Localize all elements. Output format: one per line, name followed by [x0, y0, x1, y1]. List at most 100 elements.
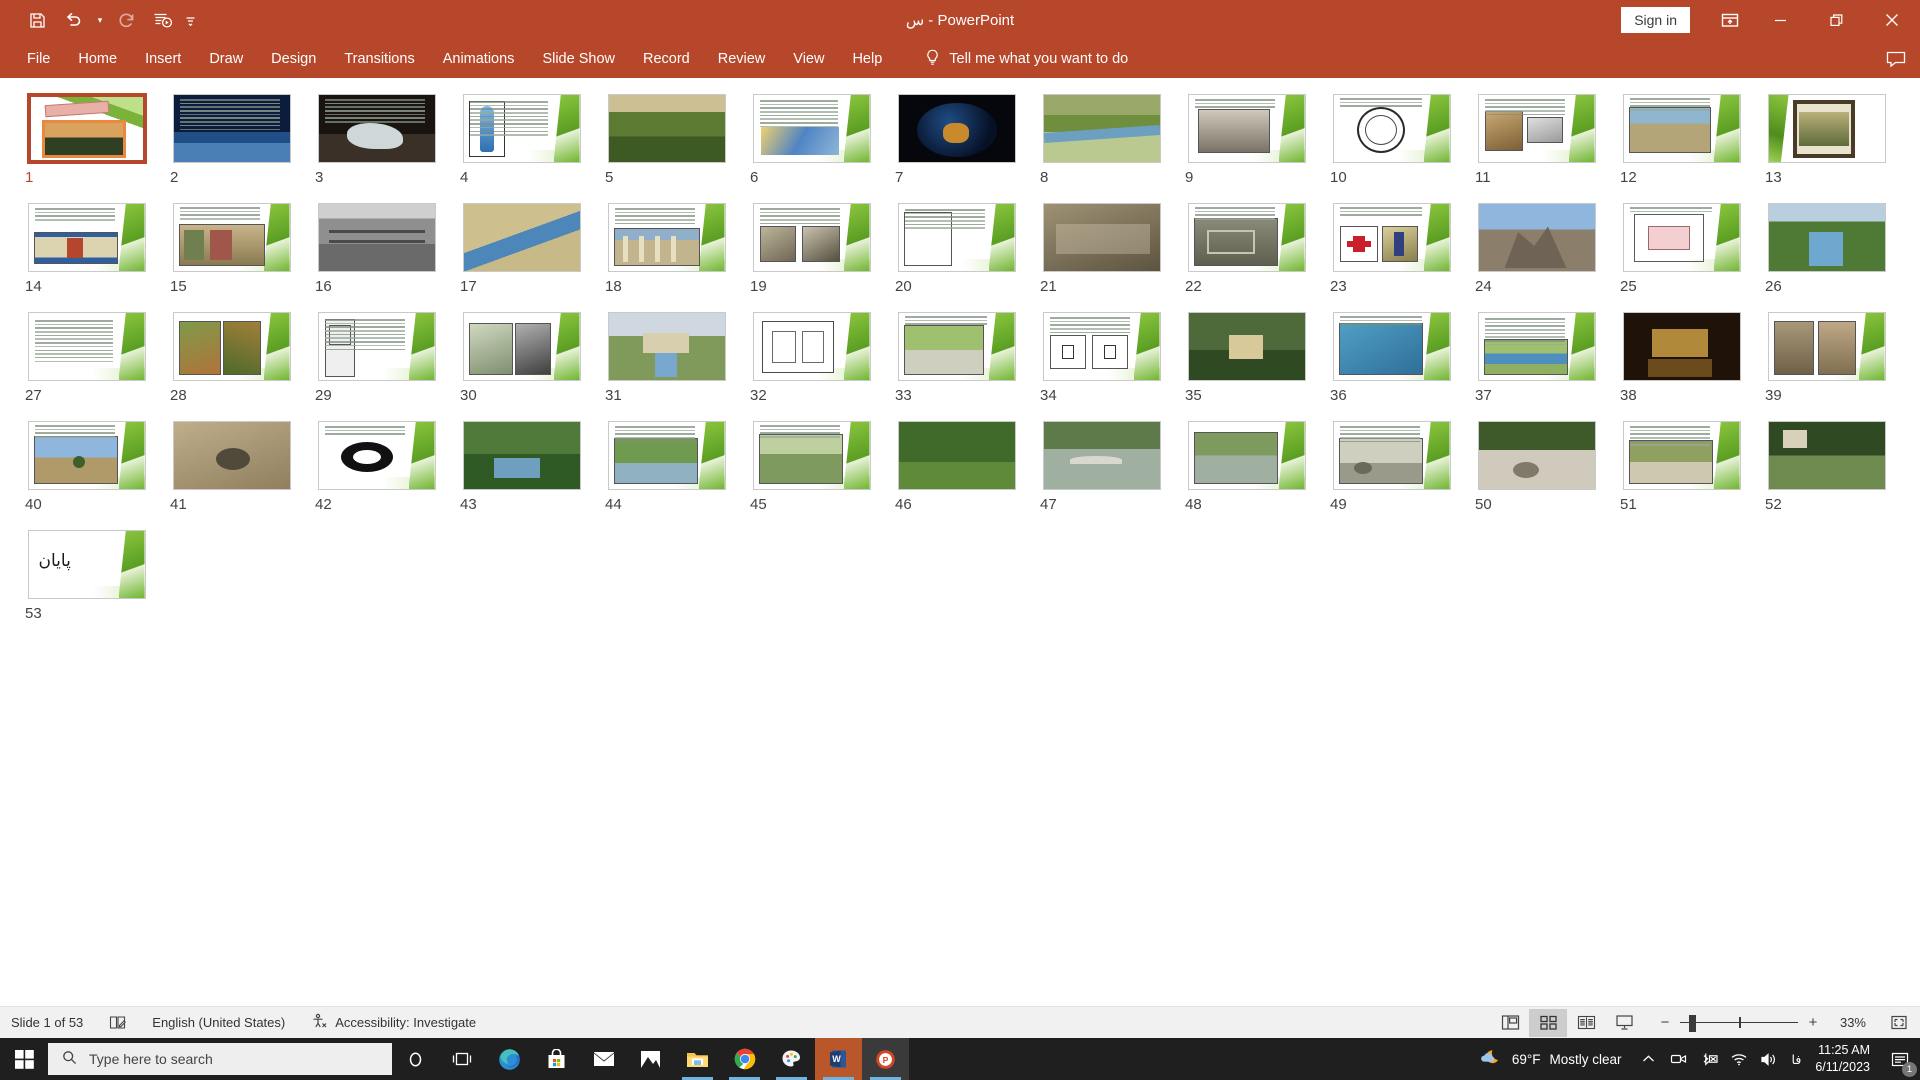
slide-thumbnail-image-2[interactable] [172, 94, 291, 163]
slide-thumbnail-image-51[interactable] [1622, 421, 1741, 490]
slide-thumbnail-image-49[interactable] [1332, 421, 1451, 490]
comments-icon[interactable] [1886, 50, 1906, 68]
slide-thumbnail-18[interactable]: 18 [594, 203, 739, 295]
slide-thumbnail-29[interactable]: 29 [304, 312, 449, 404]
undo-dropdown-icon[interactable]: ▾ [92, 4, 108, 36]
word-icon[interactable]: W [815, 1038, 862, 1080]
start-from-beginning-icon[interactable] [146, 4, 180, 36]
tab-help[interactable]: Help [839, 45, 895, 73]
slide-thumbnail-image-28[interactable] [172, 312, 291, 381]
language-indicator[interactable]: English (United States) [139, 1007, 298, 1039]
notification-center-icon[interactable]: 1 [1880, 1038, 1920, 1080]
slide-thumbnail-image-45[interactable] [752, 421, 871, 490]
slide-thumbnail-34[interactable]: 34 [1029, 312, 1174, 404]
slide-sorter-view-button[interactable] [1529, 1008, 1567, 1037]
slide-thumbnail-image-16[interactable] [317, 203, 436, 272]
slide-thumbnail-image-47[interactable] [1042, 421, 1161, 490]
slide-thumbnail-image-41[interactable] [172, 421, 291, 490]
slide-thumbnail-image-6[interactable] [752, 94, 871, 163]
slide-thumbnail-5[interactable]: 5 [594, 94, 739, 186]
restore-button[interactable] [1808, 0, 1864, 40]
zoom-slider[interactable] [1680, 1009, 1798, 1037]
slide-thumbnail-image-14[interactable] [27, 203, 146, 272]
slide-thumbnail-image-53[interactable]: پایان [27, 530, 146, 599]
slide-thumbnail-25[interactable]: 25 [1609, 203, 1754, 295]
slide-thumbnail-image-32[interactable] [752, 312, 871, 381]
slide-thumbnail-image-37[interactable] [1477, 312, 1596, 381]
slide-thumbnail-27[interactable]: 27 [14, 312, 159, 404]
slide-thumbnail-31[interactable]: 31 [594, 312, 739, 404]
fit-to-window-button[interactable] [1878, 1009, 1920, 1037]
slide-thumbnail-image-30[interactable] [462, 312, 581, 381]
customize-qat-icon[interactable] [182, 4, 198, 36]
slide-thumbnail-image-52[interactable] [1767, 421, 1886, 490]
slide-thumbnail-48[interactable]: 48 [1174, 421, 1319, 513]
slide-thumbnail-image-29[interactable] [317, 312, 436, 381]
slide-thumbnail-image-33[interactable] [897, 312, 1016, 381]
slide-thumbnail-11[interactable]: 11 [1464, 94, 1609, 186]
slide-thumbnail-41[interactable]: 41 [159, 421, 304, 513]
slide-thumbnail-47[interactable]: 47 [1029, 421, 1174, 513]
slide-thumbnail-38[interactable]: 38 [1609, 312, 1754, 404]
slide-thumbnail-image-38[interactable] [1622, 312, 1741, 381]
zoom-control[interactable]: − + 33% [1643, 1009, 1878, 1037]
slide-thumbnail-35[interactable]: 35 [1174, 312, 1319, 404]
slide-thumbnail-image-43[interactable] [462, 421, 581, 490]
slide-thumbnail-image-42[interactable] [317, 421, 436, 490]
slide-thumbnail-image-10[interactable] [1332, 94, 1451, 163]
sign-in-button[interactable]: Sign in [1621, 6, 1690, 34]
slide-thumbnail-image-5[interactable] [607, 94, 726, 163]
slide-thumbnail-image-4[interactable] [462, 94, 581, 163]
slide-thumbnail-23[interactable]: 23 [1319, 203, 1464, 295]
slide-indicator[interactable]: Slide 1 of 53 [0, 1007, 96, 1039]
tab-slide-show[interactable]: Slide Show [529, 45, 628, 73]
normal-view-button[interactable] [1491, 1009, 1529, 1037]
wifi-icon[interactable] [1724, 1038, 1754, 1080]
task-view-icon[interactable] [439, 1038, 486, 1080]
chrome-icon[interactable] [721, 1038, 768, 1080]
redo-icon[interactable] [110, 4, 144, 36]
slide-thumbnail-4[interactable]: 4 [449, 94, 594, 186]
slide-thumbnail-44[interactable]: 44 [594, 421, 739, 513]
tab-draw[interactable]: Draw [196, 45, 256, 73]
slide-sorter-workspace[interactable]: 1 2 3 4 5 6 7 8 9 10 11 12 13 14 15 16 17 18 19 20 21 22 23 24 2… [0, 78, 1920, 1006]
slide-thumbnail-42[interactable]: 42 [304, 421, 449, 513]
slide-thumbnail-1[interactable]: 1 [14, 93, 159, 186]
tell-me-search[interactable]: Tell me what you want to do [925, 49, 1128, 70]
slide-thumbnail-3[interactable]: 3 [304, 94, 449, 186]
slide-thumbnail-image-27[interactable] [27, 312, 146, 381]
slide-thumbnail-image-48[interactable] [1187, 421, 1306, 490]
slide-thumbnail-32[interactable]: 32 [739, 312, 884, 404]
ribbon-display-options-icon[interactable] [1708, 0, 1752, 40]
slide-thumbnail-46[interactable]: 46 [884, 421, 1029, 513]
tab-record[interactable]: Record [630, 45, 703, 73]
slide-thumbnail-image-7[interactable] [897, 94, 1016, 163]
mail-icon[interactable] [580, 1038, 627, 1080]
slide-thumbnail-14[interactable]: 14 [14, 203, 159, 295]
accessibility-indicator[interactable]: Accessibility: Investigate [298, 1007, 489, 1039]
slide-thumbnail-28[interactable]: 28 [159, 312, 304, 404]
slide-thumbnail-26[interactable]: 26 [1754, 203, 1899, 295]
zoom-out-button[interactable]: − [1659, 1014, 1671, 1031]
zoom-level-label[interactable]: 33% [1828, 1015, 1866, 1030]
photos-icon[interactable] [627, 1038, 674, 1080]
slide-thumbnail-image-25[interactable] [1622, 203, 1741, 272]
slide-thumbnail-49[interactable]: 49 [1319, 421, 1464, 513]
close-button[interactable] [1864, 0, 1920, 40]
slide-thumbnail-image-8[interactable] [1042, 94, 1161, 163]
slide-thumbnail-image-18[interactable] [607, 203, 726, 272]
tab-animations[interactable]: Animations [430, 45, 528, 73]
slide-thumbnail-24[interactable]: 24 [1464, 203, 1609, 295]
slide-thumbnail-51[interactable]: 51 [1609, 421, 1754, 513]
taskbar-search-box[interactable]: Type here to search [48, 1043, 392, 1075]
language-indicator-tray[interactable]: فا [1784, 1052, 1810, 1067]
tab-review[interactable]: Review [705, 45, 779, 73]
slide-thumbnail-image-11[interactable] [1477, 94, 1596, 163]
slide-thumbnail-37[interactable]: 37 [1464, 312, 1609, 404]
slide-thumbnail-image-34[interactable] [1042, 312, 1161, 381]
slide-thumbnail-40[interactable]: 40 [14, 421, 159, 513]
start-button-icon[interactable] [0, 1038, 48, 1080]
slide-thumbnail-17[interactable]: 17 [449, 203, 594, 295]
slide-thumbnail-15[interactable]: 15 [159, 203, 304, 295]
slide-thumbnail-image-15[interactable] [172, 203, 291, 272]
